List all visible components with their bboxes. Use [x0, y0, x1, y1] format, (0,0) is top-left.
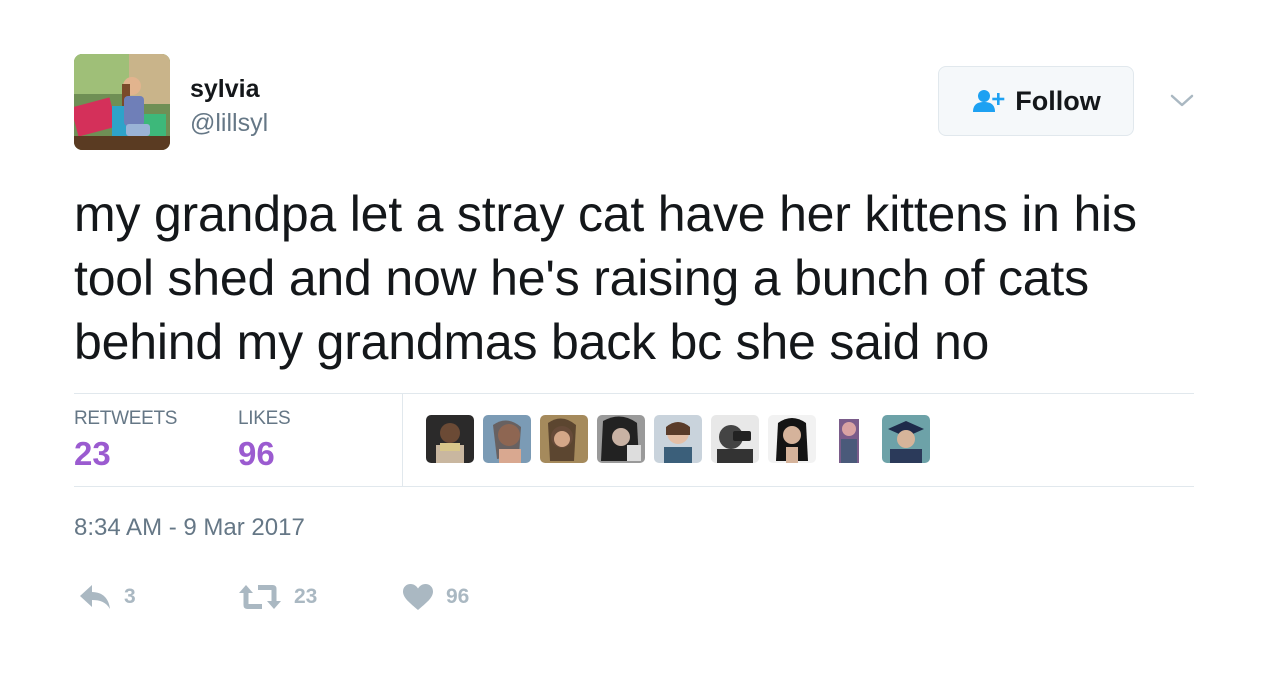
liker-avatar[interactable]	[825, 415, 873, 463]
likes-stat[interactable]: LIKES 96	[238, 408, 291, 474]
retweets-count: 23	[74, 435, 111, 472]
retweets-stat[interactable]: RETWEETS 23	[74, 408, 177, 474]
user-handle[interactable]: @lillsyl	[190, 108, 268, 138]
liker-avatar[interactable]	[483, 415, 531, 463]
likes-label: LIKES	[238, 408, 291, 429]
display-name[interactable]: sylvia	[190, 74, 268, 104]
heart-icon	[403, 584, 433, 610]
divider	[74, 486, 1194, 487]
follow-label: Follow	[1015, 85, 1101, 116]
tweet-timestamp[interactable]: 8:34 AM - 9 Mar 2017	[74, 514, 305, 542]
liker-avatar[interactable]	[426, 415, 474, 463]
tweet-text: my grandpa let a stray cat have her kitt…	[74, 186, 1137, 370]
user-avatar[interactable]	[74, 54, 170, 150]
like-count: 96	[446, 585, 470, 608]
liker-avatar[interactable]	[597, 415, 645, 463]
like-action[interactable]: 96	[402, 580, 469, 614]
retweet-icon	[239, 585, 281, 609]
likes-count: 96	[238, 435, 275, 472]
liker-avatar[interactable]	[654, 415, 702, 463]
chevron-down-icon[interactable]	[1168, 88, 1196, 112]
reply-count: 3	[124, 585, 136, 608]
tweet-stats: RETWEETS 23 LIKES 96	[74, 394, 1194, 486]
reply-action[interactable]: 3	[78, 580, 136, 614]
liker-avatar[interactable]	[540, 415, 588, 463]
reply-icon	[80, 585, 110, 609]
add-user-icon	[973, 90, 1005, 112]
liker-avatar[interactable]	[768, 415, 816, 463]
retweet-action[interactable]: 23	[238, 580, 317, 614]
liker-avatar[interactable]	[711, 415, 759, 463]
tweet-header: sylvia @lillsyl Follow	[74, 54, 1194, 150]
retweets-label: RETWEETS	[74, 408, 178, 429]
stats-separator	[402, 394, 403, 486]
liker-avatars	[426, 415, 930, 463]
retweet-count: 23	[294, 585, 318, 608]
follow-button[interactable]: Follow	[938, 66, 1134, 136]
liker-avatar[interactable]	[882, 415, 930, 463]
